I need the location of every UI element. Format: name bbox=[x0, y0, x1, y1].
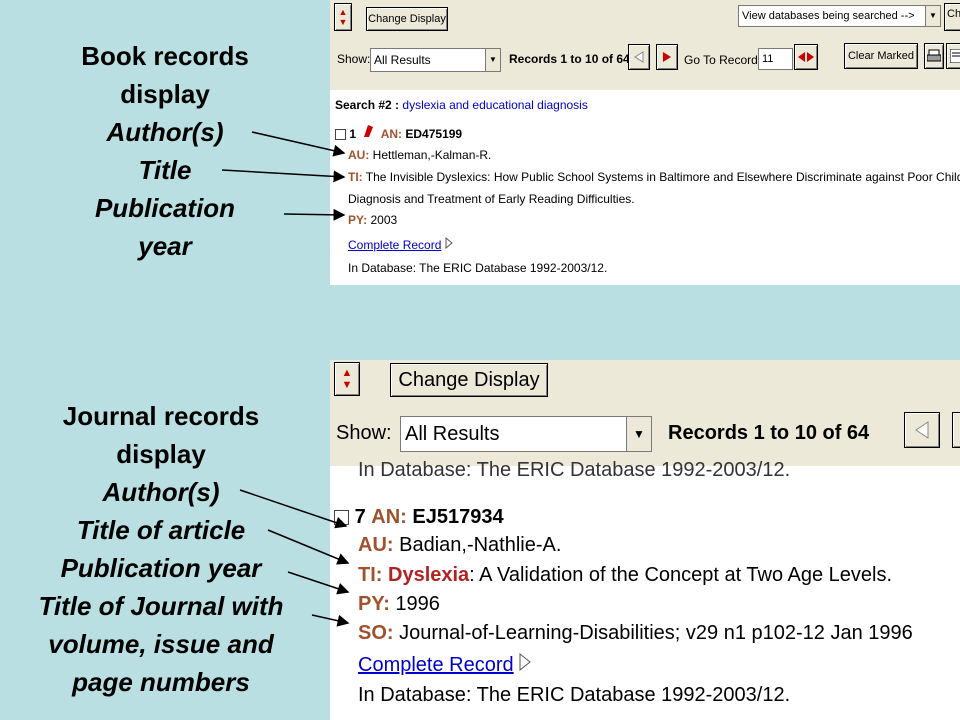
complete-record-arrow-icon[interactable] bbox=[519, 652, 531, 676]
ti-label: TI: bbox=[348, 170, 363, 184]
ti-value-line1: The Invisible Dyslexics: How Public Scho… bbox=[365, 170, 960, 184]
dropdown-arrow-icon: ▼ bbox=[485, 49, 500, 71]
journal-source-label-line2: volume, issue and bbox=[48, 629, 274, 659]
author-field: AU: Hettleman,-Kalman-R. bbox=[348, 148, 491, 162]
journal-labels: Journal records display Author(s) Title … bbox=[0, 397, 322, 701]
au-label: AU: bbox=[348, 148, 370, 162]
goto-record-label: Go To Record: bbox=[684, 53, 762, 67]
book-format-icon bbox=[362, 124, 374, 141]
show-select[interactable]: All Results ▼ bbox=[370, 48, 501, 72]
search-terms: dyslexia and educational diagnosis bbox=[402, 98, 588, 112]
journal-source-label-line1: Title of Journal with bbox=[38, 591, 284, 621]
record-number: 1 bbox=[349, 127, 357, 141]
ti-highlight: Dyslexia bbox=[388, 564, 470, 586]
next-page-icon[interactable] bbox=[952, 412, 960, 448]
an-label: AN: bbox=[371, 506, 407, 528]
au-value: Hettleman,-Kalman-R. bbox=[372, 148, 492, 162]
journal-heading-line2: display bbox=[116, 439, 206, 469]
save-icon[interactable] bbox=[946, 43, 960, 69]
show-select-value: All Results bbox=[374, 53, 431, 67]
journal-heading-line1: Journal records bbox=[62, 401, 260, 431]
next-page-icon[interactable] bbox=[656, 44, 678, 70]
book-record-panel: ▲ ▼ Change Display View databases being s… bbox=[330, 0, 960, 285]
goto-record-go-icon[interactable] bbox=[794, 44, 818, 70]
title-field: TI: The Invisible Dyslexics: How Public … bbox=[348, 170, 960, 184]
journal-pubyear-label: Publication year bbox=[60, 553, 262, 583]
au-value: Badian,-Nathlie-A. bbox=[399, 534, 562, 556]
complete-record-row: Complete Record bbox=[348, 236, 453, 252]
complete-record-link[interactable]: Complete Record bbox=[348, 238, 441, 252]
book-pubyear-label-line2: year bbox=[138, 231, 192, 261]
show-label: Show: bbox=[337, 52, 371, 66]
records-count: Records 1 to 10 of 64 bbox=[509, 52, 630, 66]
complete-record-link[interactable]: Complete Record bbox=[358, 654, 514, 676]
search-prefix: Search #2 : bbox=[335, 98, 400, 112]
mark-record-checkbox[interactable] bbox=[335, 129, 346, 141]
an-label: AN: bbox=[380, 127, 403, 141]
journal-source-label-line3: page numbers bbox=[72, 667, 250, 697]
py-label: PY: bbox=[358, 593, 390, 615]
ti-label: TI: bbox=[358, 564, 383, 586]
show-label: Show: bbox=[336, 422, 392, 444]
ti-value: : A Validation of the Concept at Two Age… bbox=[469, 564, 893, 586]
clear-marked-button[interactable]: Clear Marked bbox=[844, 43, 918, 69]
dropdown-arrow-icon: ▼ bbox=[925, 6, 940, 26]
in-database-text: In Database: The ERIC Database 1992-2003… bbox=[348, 261, 608, 275]
so-label: SO: bbox=[358, 622, 394, 644]
book-title-label: Title bbox=[138, 155, 192, 185]
book-heading-line2: display bbox=[120, 79, 210, 109]
change-display-button[interactable]: Change Display bbox=[366, 7, 448, 31]
record-number: 7 bbox=[354, 506, 366, 528]
py-label: PY: bbox=[348, 213, 368, 227]
view-databases-select[interactable]: View databases being searched --> ▼ bbox=[738, 5, 941, 27]
clipped-toolbar-button[interactable]: Ch bbox=[944, 3, 960, 31]
py-value: 2003 bbox=[370, 213, 398, 227]
journal-author-label: Author(s) bbox=[102, 477, 220, 507]
show-select[interactable]: All Results ▼ bbox=[400, 416, 652, 452]
journal-record-panel: ▲ ▼ Change Display Show: All Results ▼ Re… bbox=[330, 360, 960, 720]
book-author-label: Author(s) bbox=[106, 117, 224, 147]
in-database-text: In Database: The ERIC Database 1992-2003… bbox=[358, 684, 791, 706]
previous-page-icon[interactable] bbox=[628, 44, 650, 70]
book-pubyear-label-line1: Publication bbox=[94, 193, 236, 223]
scroll-updown-icon[interactable]: ▲ ▼ bbox=[334, 362, 360, 396]
previous-page-icon[interactable] bbox=[904, 412, 940, 448]
au-label: AU: bbox=[358, 534, 394, 556]
ti-value-line2: Diagnosis and Treatment of Early Reading… bbox=[348, 192, 635, 206]
print-icon[interactable] bbox=[924, 43, 944, 69]
mark-record-checkbox[interactable] bbox=[334, 510, 349, 526]
change-display-button[interactable]: Change Display bbox=[390, 363, 548, 397]
dropdown-arrow-icon: ▼ bbox=[626, 417, 651, 451]
an-value: ED475199 bbox=[405, 127, 463, 141]
author-field: AU: Badian,-Nathlie-A. bbox=[358, 534, 561, 557]
records-count: Records 1 to 10 of 64 bbox=[668, 422, 870, 444]
py-value: 1996 bbox=[395, 593, 440, 615]
goto-record-input[interactable]: 11 bbox=[758, 48, 793, 70]
pubyear-field: PY: 1996 bbox=[358, 593, 440, 616]
scroll-updown-icon[interactable]: ▲ ▼ bbox=[334, 3, 352, 31]
journal-title-label: Title of article bbox=[76, 515, 246, 545]
complete-record-row: Complete Record bbox=[358, 652, 531, 677]
view-databases-value: View databases being searched --> bbox=[742, 10, 915, 22]
source-field: SO: Journal-of-Learning-Disabilities; v2… bbox=[358, 622, 913, 645]
book-labels: Book records display Author(s) Title Pub… bbox=[0, 37, 330, 265]
title-field: TI: Dyslexia: A Validation of the Concep… bbox=[358, 564, 892, 587]
an-value: EJ517934 bbox=[412, 506, 504, 528]
record-header: 1 AN: ED475199 bbox=[335, 124, 462, 141]
complete-record-arrow-icon[interactable] bbox=[445, 236, 453, 252]
show-select-value: All Results bbox=[405, 423, 500, 445]
search-line: Search #2 : dyslexia and educational dia… bbox=[335, 98, 588, 112]
record-header: 7 AN: EJ517934 bbox=[334, 506, 504, 529]
so-value: Journal-of-Learning-Disabilities; v29 n1… bbox=[399, 622, 913, 644]
clipped-previous-record-text: In Database: The ERIC Database 1992-2003… bbox=[358, 459, 791, 481]
book-heading-line1: Book records bbox=[81, 41, 249, 71]
pubyear-field: PY: 2003 bbox=[348, 213, 397, 227]
